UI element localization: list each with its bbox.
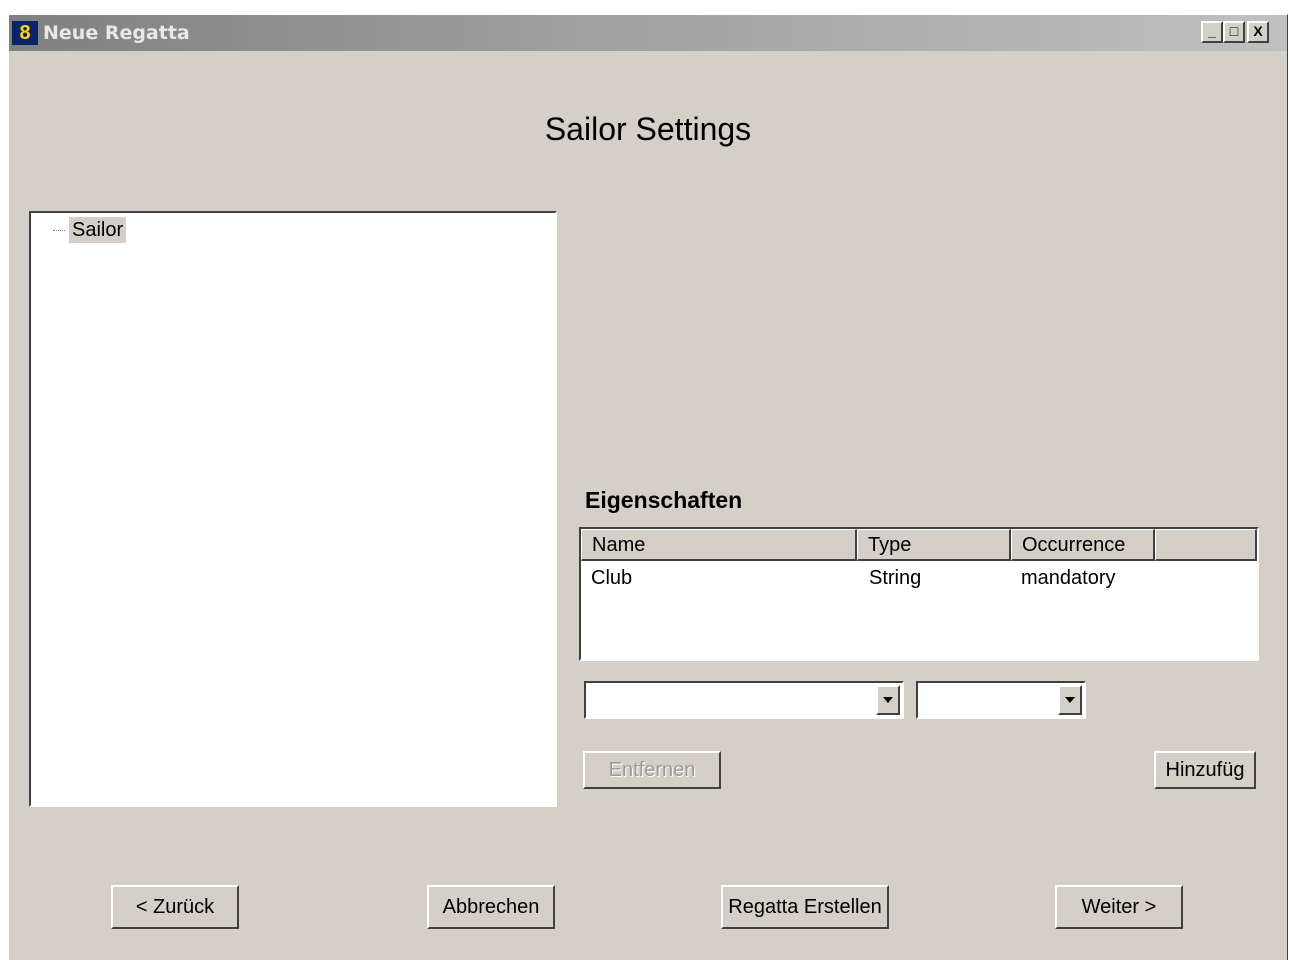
occurrence-combobox[interactable] (916, 681, 1086, 719)
tree-connector-line (53, 230, 65, 231)
cell-occurrence: mandatory (1021, 567, 1116, 589)
cancel-button[interactable]: Abbrechen (427, 885, 555, 929)
tree-node-sailor[interactable]: Sailor (69, 217, 127, 243)
type-combobox[interactable] (584, 681, 904, 719)
cell-name: Club (591, 567, 633, 589)
back-button[interactable]: < Zurück (111, 885, 239, 929)
cell-type: String (869, 567, 922, 589)
add-button[interactable]: Hinzufüg (1154, 751, 1256, 789)
wizard-window: 8 Neue Regatta _ □ X Sailor Settings Sai… (8, 14, 1288, 960)
back-button-label: < Zurück (135, 896, 215, 918)
create-regatta-button[interactable]: Regatta Erstellen (721, 885, 889, 929)
title-bar[interactable]: 8 Neue Regatta _ □ X (9, 15, 1287, 51)
table-row[interactable]: Club String mandatory (581, 563, 1257, 593)
properties-table[interactable]: Name Type Occurrence Club String mandato… (579, 527, 1259, 661)
table-body: Club String mandatory (581, 561, 1257, 659)
cancel-button-label: Abbrechen (442, 896, 540, 918)
column-header-name[interactable]: Name (581, 529, 857, 561)
add-button-label: Hinzufüg (1165, 759, 1245, 781)
next-button-label: Weiter > (1081, 896, 1157, 918)
table-header: Name Type Occurrence (581, 529, 1257, 561)
column-header-filler (1155, 529, 1257, 561)
chevron-down-icon[interactable] (876, 685, 900, 715)
remove-button[interactable]: Entfernen (583, 751, 721, 789)
remove-button-label: Entfernen (608, 759, 696, 781)
maximize-button[interactable]: □ (1223, 21, 1245, 43)
properties-heading: Eigenschaften (585, 487, 743, 513)
chevron-down-icon[interactable] (1058, 685, 1082, 715)
app-icon: 8 (12, 21, 38, 45)
sailor-tree[interactable]: Sailor (29, 211, 557, 807)
window-title: Neue Regatta (43, 22, 190, 44)
page-title: Sailor Settings (544, 111, 752, 147)
close-button[interactable]: X (1247, 21, 1269, 43)
minimize-button[interactable]: _ (1201, 21, 1223, 43)
create-regatta-button-label: Regatta Erstellen (728, 896, 882, 918)
next-button[interactable]: Weiter > (1055, 885, 1183, 929)
column-header-occurrence[interactable]: Occurrence (1011, 529, 1155, 561)
column-header-type[interactable]: Type (857, 529, 1011, 561)
